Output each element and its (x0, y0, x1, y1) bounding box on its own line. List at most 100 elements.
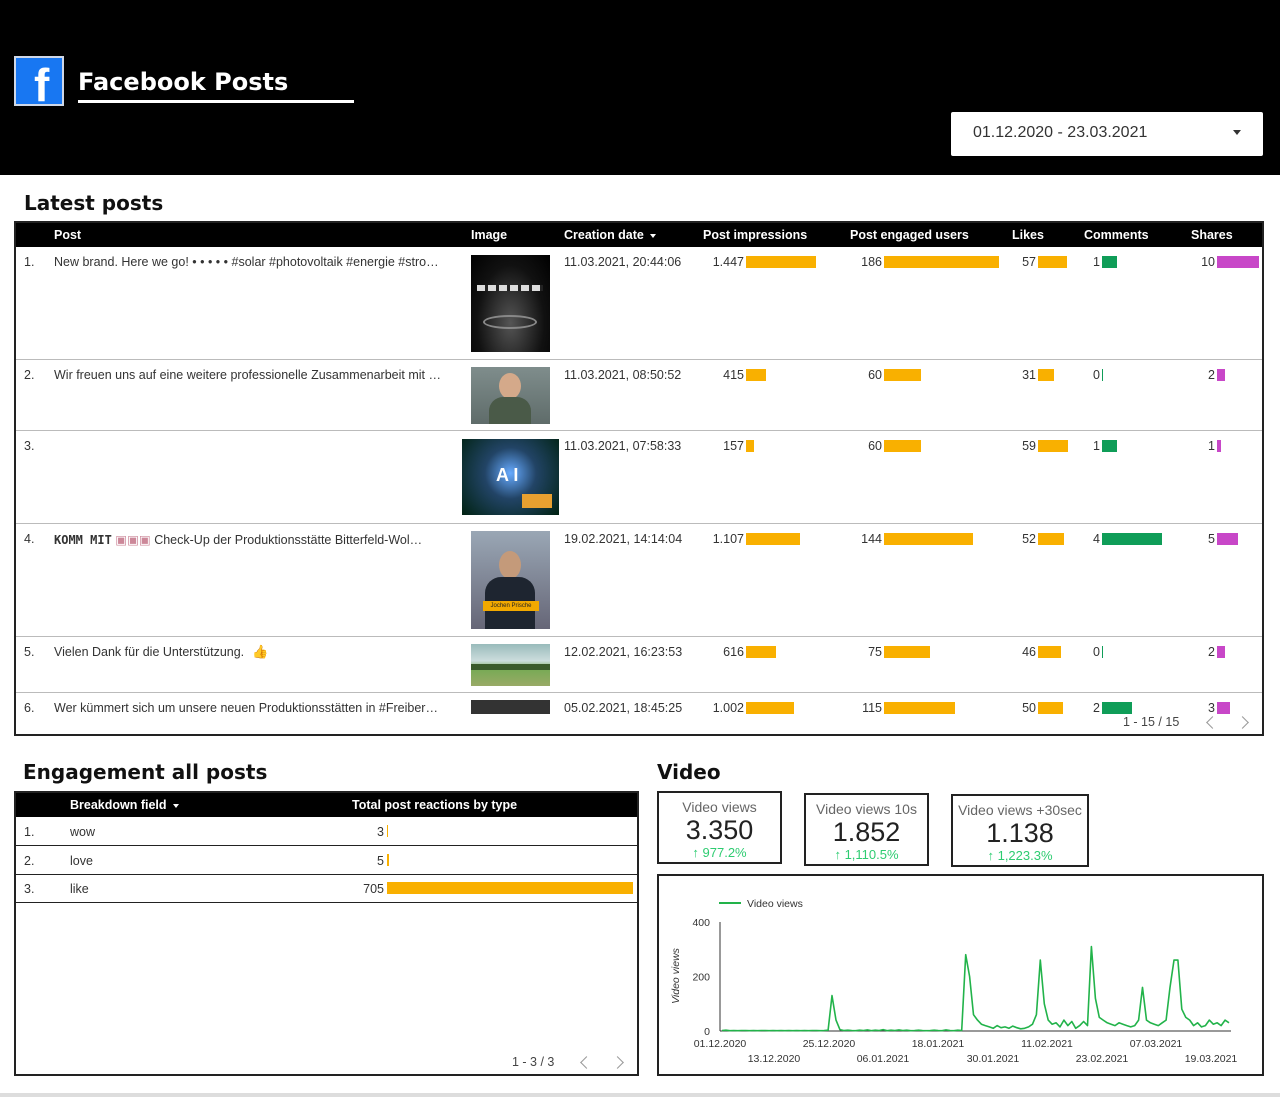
impressions-bar (746, 646, 776, 658)
creation-date: 19.02.2021, 14:14:04 (564, 532, 683, 546)
comments-value: 2 (1093, 701, 1100, 715)
reaction-bar (387, 882, 633, 894)
impressions-value: 415 (723, 368, 744, 382)
kpi-change-value: 977.2% (702, 845, 747, 860)
table-row[interactable]: 2. love 5 (16, 846, 637, 875)
row-index: 5. (24, 645, 35, 659)
legend-label: Video views (747, 898, 803, 910)
comments-bar (1102, 646, 1103, 658)
facebook-logo-icon: f (14, 56, 64, 110)
post-image[interactable]: Jochen Prische (471, 531, 550, 629)
table-row[interactable]: 6. Wer kümmert sich um unsere neuen Produ… (16, 693, 1262, 734)
post-text[interactable]: KOMM MIT ▣▣▣ Check-Up der Produktionsstä… (54, 532, 422, 547)
kpi-video-views: Video views 3.350 ↑ 977.2% (657, 791, 782, 864)
post-image[interactable]: A I (462, 439, 559, 515)
likes-bar (1038, 440, 1068, 452)
col-image[interactable]: Image (471, 228, 507, 242)
col-post[interactable]: Post (54, 228, 81, 242)
impressions-value: 616 (723, 645, 744, 659)
engaged-value: 186 (861, 255, 882, 269)
post-image[interactable] (471, 700, 550, 714)
likes-bar (1038, 702, 1063, 714)
reaction-value: 3 (377, 825, 384, 839)
prev-page-icon[interactable] (580, 1056, 593, 1069)
col-total-reactions[interactable]: Total post reactions by type (352, 798, 517, 812)
engagement-title: Engagement all posts (23, 760, 268, 784)
creation-date: 11.03.2021, 08:50:52 (564, 368, 682, 382)
post-text[interactable]: Vielen Dank für die Unterstützung. (54, 645, 244, 659)
row-index: 2. (24, 854, 35, 868)
video-title: Video (657, 760, 721, 784)
next-page-icon[interactable] (611, 1056, 624, 1069)
kpi-change-value: 1,223.3% (997, 848, 1053, 863)
col-creation-date[interactable]: Creation date (564, 228, 656, 242)
table-row[interactable]: 5. Vielen Dank für die Unterstützung. 12.0… (16, 637, 1262, 693)
table-row[interactable]: 2. Wir freuen uns auf eine weitere profes… (16, 360, 1262, 431)
shares-bar (1217, 533, 1238, 545)
likes-bar (1038, 646, 1061, 658)
kpi-video-views-10s: Video views 10s 1.852 ↑ 1,110.5% (804, 793, 929, 866)
post-image[interactable] (471, 644, 550, 686)
engaged-value: 115 (862, 701, 882, 715)
page-title: Facebook Posts (78, 68, 289, 96)
latest-posts-title: Latest posts (24, 191, 164, 215)
likes-bar (1038, 369, 1054, 381)
shares-value: 10 (1201, 255, 1215, 269)
col-creation-date-label: Creation date (564, 228, 644, 242)
y-tick-label: 200 (692, 972, 710, 984)
thumbs-up-icon: 👍 (252, 644, 269, 659)
ai-glyph-icon: A I (496, 465, 519, 485)
post-image[interactable] (471, 255, 550, 352)
kpi-change: ↑ 1,110.5% (834, 847, 899, 862)
col-post-engaged-users[interactable]: Post engaged users (850, 228, 969, 242)
row-index: 2. (24, 368, 35, 382)
x-tick-label: 25.12.2020 (803, 1038, 856, 1050)
table-row[interactable]: 4. KOMM MIT ▣▣▣ Check-Up der Produktionss… (16, 524, 1262, 637)
kpi-value: 1.138 (986, 818, 1054, 848)
creation-date: 12.02.2021, 16:23:53 (564, 645, 683, 659)
shares-value: 3 (1208, 701, 1215, 715)
x-tick-label: 18.01.2021 (912, 1038, 965, 1050)
post-text[interactable]: Wir freuen uns auf eine weitere professi… (54, 368, 441, 382)
comments-value: 0 (1093, 645, 1100, 659)
kpi-change: ↑ 977.2% (692, 845, 747, 860)
post-text[interactable]: Wer kümmert sich um unsere neuen Produkt… (54, 701, 438, 715)
col-post-impressions[interactable]: Post impressions (703, 228, 807, 242)
col-shares[interactable]: Shares (1191, 228, 1233, 242)
x-tick-label: 30.01.2021 (967, 1053, 1020, 1065)
table-row[interactable]: 3. like 705 (16, 874, 637, 903)
line-chart-svg: Video views 400 200 0 Video views 01.12.2020 2… (670, 898, 1237, 1065)
sort-desc-icon[interactable] (172, 803, 179, 808)
table-row[interactable]: 1. New brand. Here we go! • • • • • #sola… (16, 247, 1262, 360)
thumb-caption: Jochen Prische (483, 601, 539, 611)
impressions-bar (746, 533, 800, 545)
date-range-picker[interactable]: 01.12.2020 - 23.03.2021 (951, 112, 1263, 156)
likes-bar (1038, 256, 1067, 268)
impressions-bar (746, 256, 816, 268)
post-text-rest: Check-Up der Produktionsstätte Bitterfel… (154, 533, 423, 547)
col-breakdown-field[interactable]: Breakdown field (70, 798, 179, 812)
engaged-bar (884, 256, 999, 268)
x-tick-label: 06.01.2021 (857, 1053, 910, 1065)
series-line-video-views (721, 945, 1230, 1032)
likes-value: 31 (1022, 368, 1036, 382)
kpi-change-value: 1,110.5% (844, 847, 899, 862)
post-image[interactable] (471, 367, 550, 424)
col-likes[interactable]: Likes (1012, 228, 1044, 242)
engaged-value: 60 (868, 368, 882, 382)
engaged-bar (884, 369, 921, 381)
table-row[interactable]: 3. 11.03.2021, 07:58:33 157 60 59 1 1 A I (16, 431, 1262, 524)
comments-value: 0 (1093, 368, 1100, 382)
chevron-down-icon[interactable] (1233, 130, 1241, 135)
engaged-bar (884, 533, 973, 545)
col-comments[interactable]: Comments (1084, 228, 1149, 242)
table-row[interactable]: 1. wow 3 (16, 817, 637, 846)
sort-desc-icon[interactable] (649, 233, 656, 238)
row-index: 1. (24, 255, 35, 269)
post-text[interactable]: New brand. Here we go! • • • • • #solar … (54, 255, 439, 269)
y-tick-label: 0 (704, 1026, 710, 1038)
engaged-value: 144 (861, 532, 882, 546)
y-axis-label: Video views (670, 947, 682, 1004)
comments-bar (1102, 702, 1132, 714)
title-underline (78, 100, 354, 103)
